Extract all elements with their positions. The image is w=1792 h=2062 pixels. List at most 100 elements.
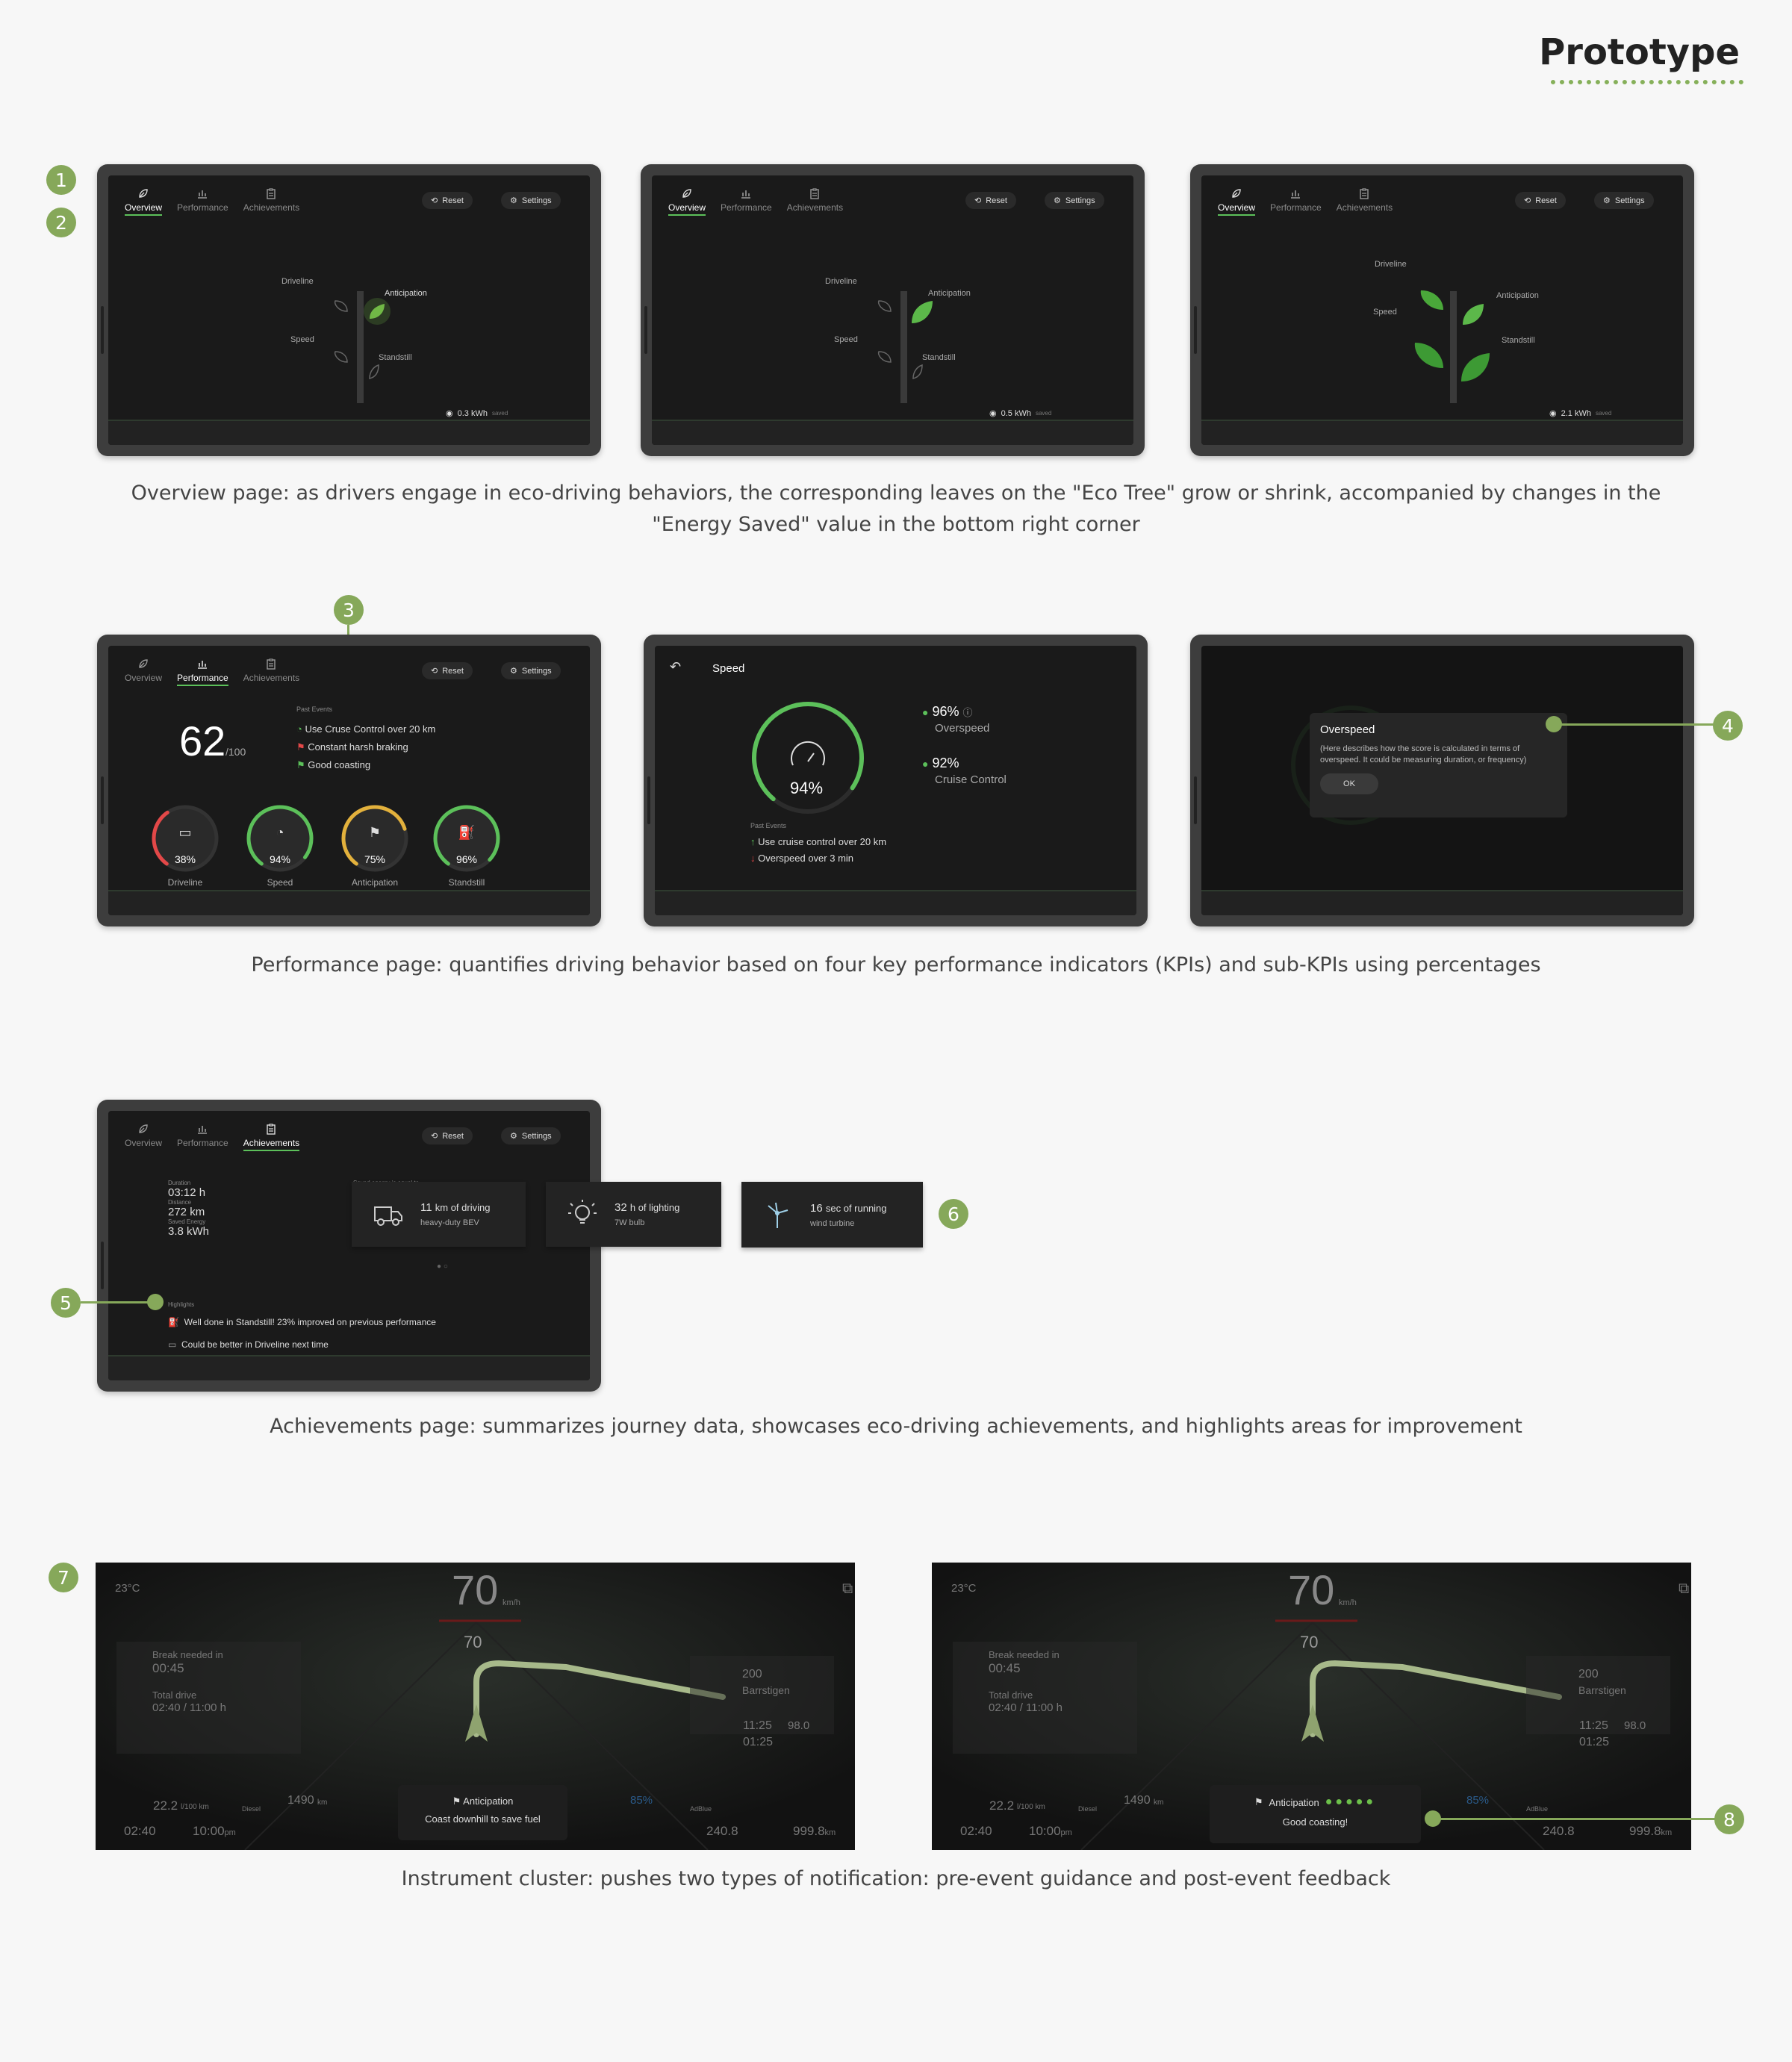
performance-caption: Performance page: quantifies driving beh… <box>251 953 1541 977</box>
speed-limit: 70 <box>1300 1633 1319 1651</box>
ok-button[interactable]: OK <box>1320 773 1378 794</box>
clipboard-icon <box>267 658 276 670</box>
sub-kpi-cruise[interactable]: ● 92% <box>922 756 959 771</box>
kpi-label: Speed <box>267 877 293 888</box>
back-icon[interactable]: ↶ <box>670 659 681 675</box>
chart-icon <box>198 190 208 199</box>
tab-performance[interactable]: Performance <box>177 187 228 216</box>
instrument-cluster-post: 23°C 70 km/h 70 ⧉ Break needed in 00:45 … <box>932 1563 1691 1850</box>
performance-device: Overview Performance Achievements ⟲ Reset… <box>97 635 601 926</box>
kpi-icon: ▭ <box>178 825 192 840</box>
leaf-rating-icon: ●●●●● <box>1325 1795 1377 1808</box>
arrow-down-icon: ↓ <box>750 853 756 864</box>
page-title: Prototype <box>1539 31 1740 73</box>
instrument-cluster-pre: 23°C 70 km/h 70 ⧉ Break needed in 00:45 … <box>96 1563 855 1850</box>
bulb-icon <box>568 1199 597 1224</box>
badge-8: 8 <box>1714 1804 1744 1834</box>
anticipation-icon: ⚑ <box>296 759 305 770</box>
overview-device-3: Overview Performance Achievements ⟲ Reset… <box>1190 164 1694 456</box>
tab-overview[interactable]: Overview <box>125 658 162 686</box>
standstill-icon: ⛽ <box>168 1317 179 1327</box>
clipboard-icon <box>267 188 276 199</box>
info-icon: ⓘ <box>962 707 973 718</box>
reset-icon: ⟲ <box>974 196 982 205</box>
carousel-dots[interactable]: ● ○ <box>437 1262 448 1271</box>
window-icon: ⧉ <box>842 1580 853 1597</box>
window-icon: ⧉ <box>1679 1580 1690 1597</box>
reset-icon: ⟲ <box>431 667 438 676</box>
kpi-gauge-driveline[interactable]: 38% ▭ <box>149 803 221 874</box>
sub-kpi-overspeed[interactable]: ● 96% ⓘ <box>922 704 973 720</box>
tab-performance[interactable]: Performance <box>1270 187 1322 216</box>
tab-overview[interactable]: Overview <box>668 187 706 216</box>
equivalent-card-bulb[interactable]: 32 h of lighting 7W bulb <box>546 1182 721 1247</box>
kpi-value: 94% <box>269 853 291 865</box>
popup-device: Overspeed (Here describes how the score … <box>1190 635 1694 926</box>
tab-achievements[interactable]: Achievements <box>243 187 299 216</box>
total-score: 62 <box>179 717 226 764</box>
badge-7: 7 <box>49 1563 78 1592</box>
kpi-icon: ◔ <box>276 825 284 840</box>
arrow-up-icon: ↑ <box>750 836 756 847</box>
tab-achievements[interactable]: Achievements <box>243 1123 300 1151</box>
score-max: /100 <box>225 746 246 758</box>
speed-gauge <box>752 702 864 814</box>
badge-5: 5 <box>51 1288 81 1318</box>
wind-turbine-icon <box>768 1202 788 1228</box>
kpi-gauge-speed[interactable]: 94% ◔ <box>244 803 316 874</box>
tab-performance[interactable]: Performance <box>721 187 772 216</box>
tab-overview[interactable]: Overview <box>125 1123 162 1151</box>
feedback-notification: ⚑ Anticipation ●●●●● Good coasting! <box>1210 1785 1421 1843</box>
reset-button[interactable]: ⟲ Reset <box>1515 192 1566 209</box>
settings-button[interactable]: ⚙ Settings <box>501 662 561 679</box>
settings-button[interactable]: ⚙ Settings <box>501 192 561 209</box>
reset-button[interactable]: ⟲ Reset <box>965 192 1016 209</box>
speed-detail-device: ↶ Speed 94% ● 96% ⓘ Overspeed ● 92% Crui… <box>644 635 1148 926</box>
gear-icon: ⚙ <box>1054 196 1061 205</box>
tab-achievements[interactable]: Achievements <box>243 658 299 686</box>
title-underline <box>1551 80 1743 84</box>
gear-icon: ⚙ <box>510 196 517 205</box>
reset-button[interactable]: ⟲ Reset <box>422 192 473 209</box>
tab-achievements[interactable]: Achievements <box>787 187 843 216</box>
equivalent-card-bev[interactable]: 11 km of driving heavy-duty BEV <box>352 1182 526 1247</box>
anticipation-icon: ⚑ <box>296 741 305 753</box>
leaf-icon <box>139 189 148 198</box>
speed-limit: 70 <box>464 1633 482 1651</box>
kpi-gauge-standstill[interactable]: 96% ⛽ <box>431 803 503 874</box>
gear-icon: ⚙ <box>1603 196 1611 205</box>
tab-achievements[interactable]: Achievements <box>1337 187 1393 216</box>
reset-button[interactable]: ⟲ Reset <box>422 1127 473 1144</box>
kpi-gauge-anticipation[interactable]: 75% ⚑ <box>339 803 411 874</box>
chart-icon <box>1291 190 1301 199</box>
leaf-icon <box>682 189 691 198</box>
overview-screen-3: Overview Performance Achievements ⟲ Reset… <box>1201 175 1683 445</box>
overview-screen-1: Overview Performance Achievements ⟲ Reset… <box>108 175 590 445</box>
overview-device-2: Overview Performance Achievements ⟲ Reset… <box>641 164 1145 456</box>
tab-performance[interactable]: Performance <box>177 658 228 686</box>
settings-button[interactable]: ⚙ Settings <box>501 1127 561 1144</box>
leaf-icon <box>1232 189 1241 198</box>
tab-overview[interactable]: Overview <box>1218 187 1256 216</box>
leaf-icon <box>139 1124 148 1133</box>
overspeed-popup: Overspeed (Here describes how the score … <box>1310 713 1567 817</box>
clipboard-icon <box>267 1124 276 1135</box>
chart-icon <box>741 190 751 199</box>
journey-summary: Duration 03:12 h Distance 272 km Saved E… <box>168 1180 210 1238</box>
settings-button[interactable]: ⚙ Settings <box>1045 192 1104 209</box>
overview-screen-2: Overview Performance Achievements ⟲ Reset… <box>652 175 1133 445</box>
badge-6: 6 <box>939 1199 968 1229</box>
badge-4: 4 <box>1713 711 1743 741</box>
tab-performance[interactable]: Performance <box>177 1123 228 1151</box>
speedometer-icon <box>791 741 825 766</box>
settings-button[interactable]: ⚙ Settings <box>1594 192 1654 209</box>
kpi-value: 38% <box>174 853 196 865</box>
equivalent-card-turbine[interactable]: 16 sec of running wind turbine <box>741 1182 923 1248</box>
kpi-label: Standstill <box>448 877 485 888</box>
tab-overview[interactable]: Overview <box>125 187 163 216</box>
energy-icon: ◉ <box>1549 409 1557 418</box>
badge-1: 1 <box>46 165 76 195</box>
past-events-list: ◔ Use Cruse Control over 20 km ⚑ Constan… <box>296 723 436 770</box>
reset-button[interactable]: ⟲ Reset <box>422 662 473 679</box>
clipboard-icon <box>810 188 820 199</box>
